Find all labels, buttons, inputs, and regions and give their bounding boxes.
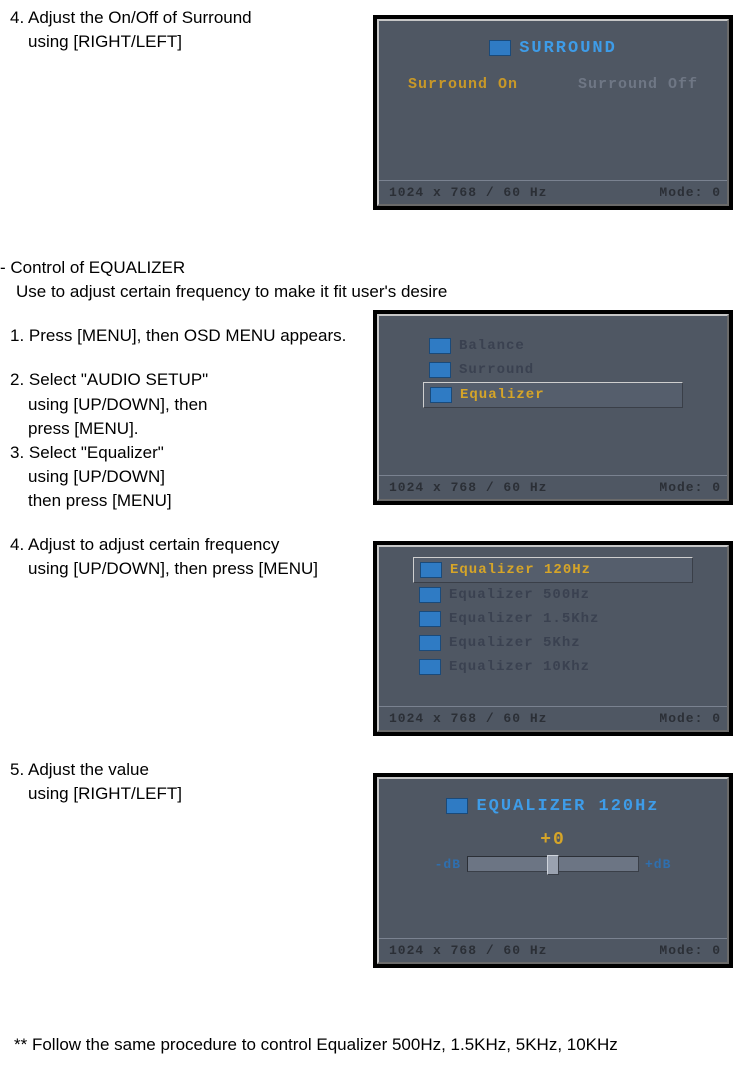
osd-surround: SURROUND Surround On Surround Off 1024 x… <box>373 15 733 210</box>
audio-icon <box>446 798 468 814</box>
menu-item-balance: Balance <box>423 334 683 358</box>
audio-icon <box>430 387 452 403</box>
audio-icon <box>489 40 511 56</box>
osd-status-bar: 1024 x 768 / 60 HzMode: 0 <box>379 475 727 499</box>
osd-surround-options: Surround On Surround Off <box>391 76 715 133</box>
eq-value: +0 <box>391 826 715 856</box>
audio-icon <box>419 659 441 675</box>
menu-list-2: Equalizer 120Hz Equalizer 500Hz Equalize… <box>413 557 693 679</box>
equalizer-section-heading: - Control of EQUALIZER <box>0 257 750 279</box>
menu-item-eq-1-5khz: Equalizer 1.5Khz <box>413 607 693 631</box>
audio-icon <box>429 338 451 354</box>
osd-status-bar: 1024 x 768 / 60 HzMode: 0 <box>379 706 727 730</box>
surround-off-option: Surround Off <box>578 76 698 93</box>
audio-icon <box>419 611 441 627</box>
menu-item-equalizer: Equalizer <box>423 382 683 408</box>
audio-icon <box>420 562 442 578</box>
osd-surround-title-row: SURROUND <box>391 39 715 76</box>
eq-max-label: +dB <box>645 857 671 872</box>
surround-on-option: Surround On <box>408 76 518 93</box>
osd-status-bar: 1024 x 768 / 60 HzMode: 0 <box>379 180 727 204</box>
menu-item-surround: Surround <box>423 358 683 382</box>
osd-status-bar: 1024 x 768 / 60 HzMode: 0 <box>379 938 727 962</box>
osd-equalizer-adjust: EQUALIZER 120Hz +0 -dB +dB 1024 x 768 / … <box>373 773 733 968</box>
eq-slider: -dB +dB <box>391 856 715 904</box>
menu-list-1: Balance Surround Equalizer <box>423 334 683 408</box>
audio-icon <box>419 587 441 603</box>
menu-item-eq-10khz: Equalizer 10Khz <box>413 655 693 679</box>
equalizer-section-sub: Use to adjust certain frequency to make … <box>10 281 750 303</box>
footnote: ** Follow the same procedure to control … <box>14 1034 750 1056</box>
audio-icon <box>429 362 451 378</box>
eq-track-bar <box>467 856 639 872</box>
menu-item-eq-120hz: Equalizer 120Hz <box>413 557 693 583</box>
eq-track-knob <box>547 855 559 875</box>
audio-icon <box>419 635 441 651</box>
menu-item-eq-5khz: Equalizer 5Khz <box>413 631 693 655</box>
osd-menu-equalizer-select: Balance Surround Equalizer 1024 x 768 / … <box>373 310 733 505</box>
osd-eq-title-row: EQUALIZER 120Hz <box>391 797 715 826</box>
eq-min-label: -dB <box>435 857 461 872</box>
osd-equalizer-freq-list: Equalizer 120Hz Equalizer 500Hz Equalize… <box>373 541 733 736</box>
menu-item-eq-500hz: Equalizer 500Hz <box>413 583 693 607</box>
